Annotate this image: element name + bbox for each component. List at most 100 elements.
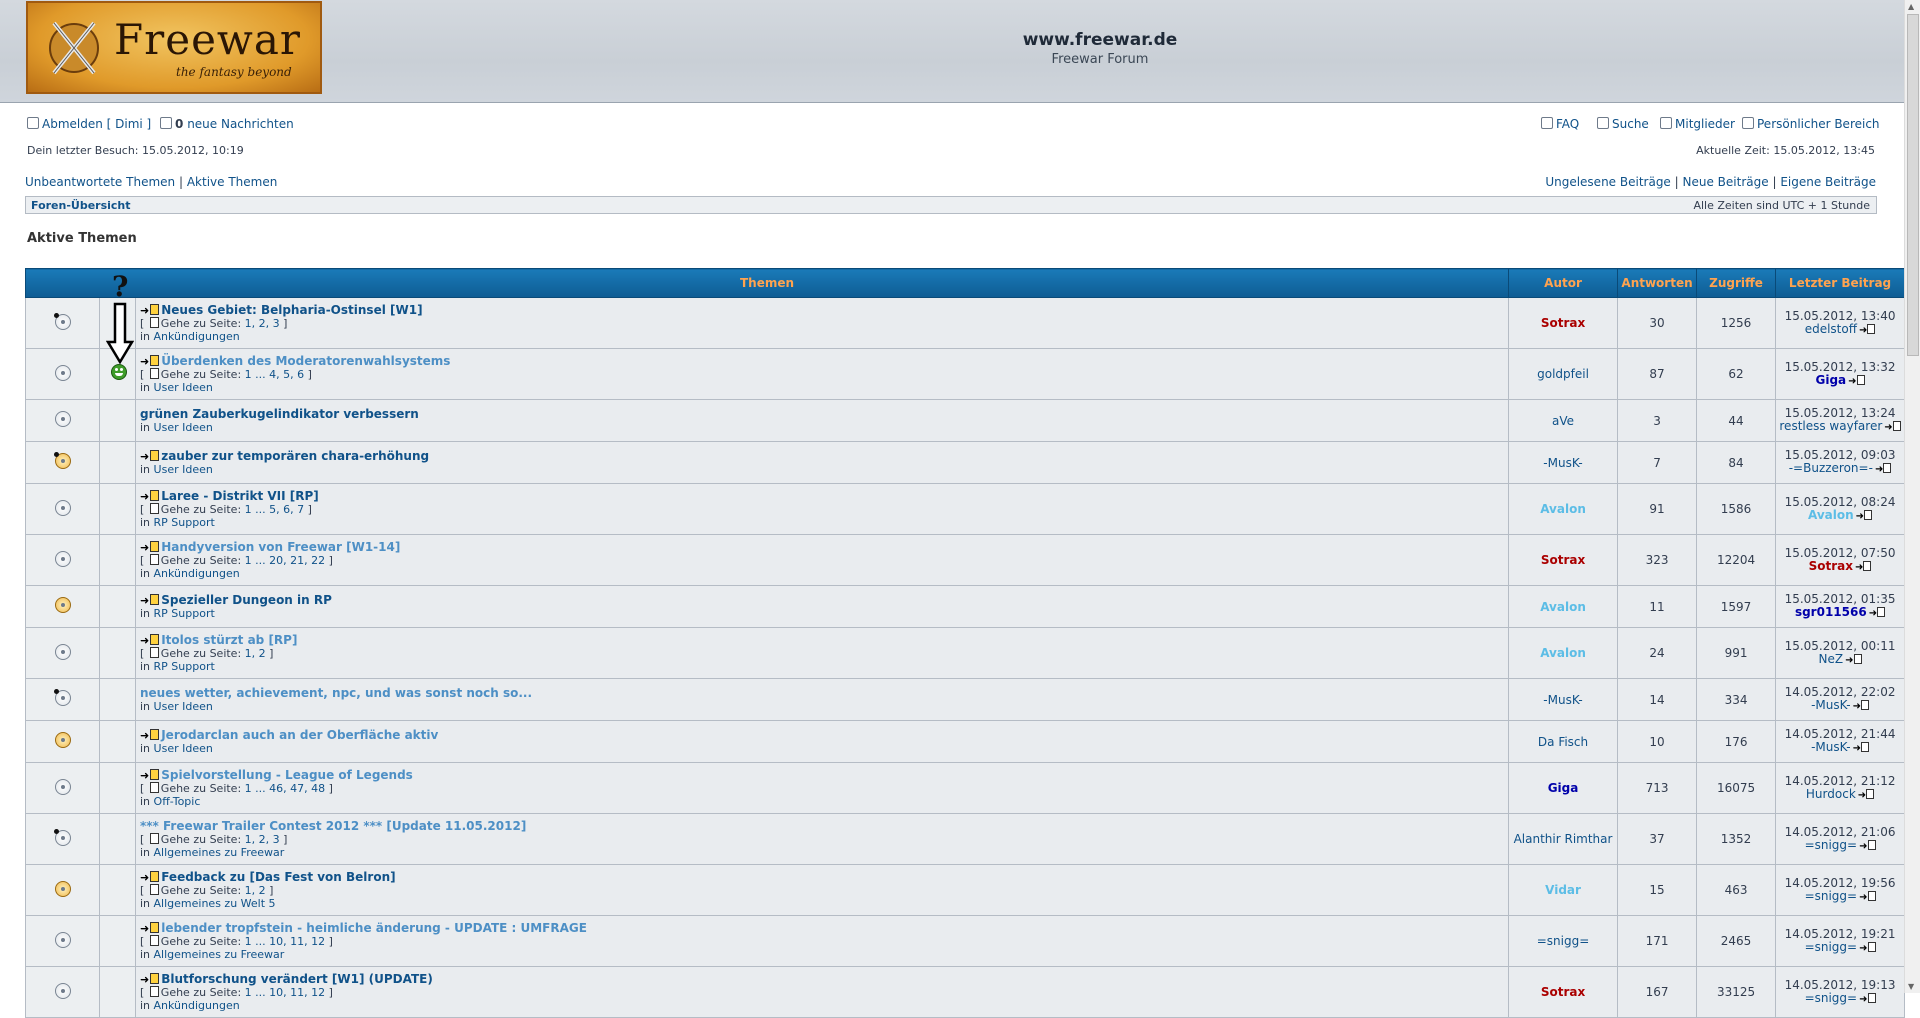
table-row[interactable]: ➜ Itolos stürzt ab [RP][ Gehe zu Seite: 1… (25, 627, 1906, 679)
topic-title-link[interactable]: Itolos stürzt ab [RP] (161, 633, 297, 647)
view-latest-post-icon[interactable]: ➜ (1875, 463, 1892, 476)
view-latest-post-icon[interactable]: ➜ (1859, 839, 1876, 853)
last-post-user[interactable]: =snigg= (1805, 838, 1858, 852)
forum-link[interactable]: Off-Topic (154, 795, 201, 808)
topic-title-link[interactable]: Spielvorstellung - League of Legends (161, 768, 413, 782)
new-post-icon[interactable]: ➜ (140, 973, 160, 986)
ucp-text[interactable]: Persönlicher Bereich (1757, 117, 1880, 131)
forum-link[interactable]: User Ideen (154, 742, 213, 755)
view-latest-post-icon[interactable]: ➜ (1855, 560, 1872, 574)
messages-link[interactable]: 0 neue Nachrichten (160, 117, 294, 131)
topic-title-link[interactable]: Feedback zu [Das Fest von Belron] (161, 870, 395, 884)
logout-link[interactable]: Abmelden [ Dimi ] (27, 117, 151, 131)
scrollbar-thumb[interactable] (1907, 14, 1919, 356)
topic-title-link[interactable]: Überdenken des Moderatorenwahlsystems (161, 354, 450, 368)
forum-link[interactable]: Allgemeines zu Freewar (154, 948, 285, 961)
freewar-logo[interactable]: Freewar the fantasy beyond (26, 1, 322, 94)
topic-author-link[interactable]: Avalon (1540, 646, 1586, 660)
last-post-user[interactable]: =snigg= (1805, 940, 1858, 954)
page-links[interactable]: 1, 2, 3 (245, 833, 280, 846)
topic-title-link[interactable]: Laree - Distrikt VII [RP] (161, 489, 319, 503)
topic-title-link[interactable]: Spezieller Dungeon in RP (161, 593, 332, 607)
topic-author-link[interactable]: -MusK- (1543, 693, 1582, 707)
page-links[interactable]: 1 ... 4, 5, 6 (245, 368, 304, 381)
forum-link[interactable]: RP Support (154, 660, 215, 673)
active-topics-link[interactable]: Aktive Themen (187, 175, 278, 189)
table-row[interactable]: ➜ Laree - Distrikt VII [RP][ Gehe zu Seit… (25, 483, 1906, 535)
forum-link[interactable]: User Ideen (154, 463, 213, 476)
topic-title-link[interactable]: Handyversion von Freewar [W1-14] (161, 540, 400, 554)
table-row[interactable]: ➜ lebender tropfstein - heimliche änderun… (25, 915, 1906, 967)
topic-author-link[interactable]: =snigg= (1537, 934, 1590, 948)
topic-author-link[interactable]: -MusK- (1543, 456, 1582, 470)
last-post-user[interactable]: restless wayfarer (1779, 419, 1882, 433)
topic-author-link[interactable]: Giga (1548, 781, 1579, 795)
unanswered-topics-link[interactable]: Unbeantwortete Themen (25, 175, 175, 189)
table-row[interactable]: ➜ Jerodarclan auch an der Oberfläche akti… (25, 720, 1906, 763)
topic-author-link[interactable]: Alanthir Rimthar (1514, 832, 1613, 846)
scroll-down-icon[interactable]: ▼ (1908, 982, 1914, 991)
last-post-user[interactable]: Avalon (1808, 508, 1854, 522)
forum-index-link[interactable]: Foren-Übersicht (31, 199, 131, 212)
topic-title-link[interactable]: lebender tropfstein - heimliche änderung… (161, 921, 587, 935)
faq-text[interactable]: FAQ (1556, 117, 1579, 131)
search-text[interactable]: Suche (1612, 117, 1649, 131)
topic-title-link[interactable]: Neues Gebiet: Belpharia-Ostinsel [W1] (161, 303, 422, 317)
new-post-icon[interactable]: ➜ (140, 490, 160, 503)
view-latest-post-icon[interactable]: ➜ (1869, 607, 1886, 620)
new-post-icon[interactable]: ➜ (140, 541, 160, 554)
table-row[interactable]: ➜ Überdenken des Moderatorenwahlsystems[ … (25, 348, 1906, 400)
table-row[interactable]: ➜ Spezieller Dungeon in RP in RP Support Av… (25, 585, 1906, 628)
view-latest-post-icon[interactable]: ➜ (1853, 742, 1869, 755)
new-post-icon[interactable]: ➜ (140, 594, 160, 607)
topic-author-link[interactable]: goldpfeil (1537, 367, 1589, 381)
view-latest-post-icon[interactable]: ➜ (1884, 421, 1901, 434)
forum-link[interactable]: RP Support (154, 607, 215, 620)
topic-author-link[interactable]: Sotrax (1541, 985, 1585, 999)
view-latest-post-icon[interactable]: ➜ (1859, 992, 1876, 1006)
last-post-user[interactable]: -=Buzzeron=- (1789, 461, 1873, 475)
table-row[interactable]: grünen Zauberkugelindikator verbessern in… (25, 399, 1906, 442)
topic-title-link[interactable]: neues wetter, achievement, npc, und was … (140, 686, 532, 700)
new-post-icon[interactable]: ➜ (140, 634, 160, 647)
new-post-icon[interactable]: ➜ (140, 355, 160, 368)
search-link[interactable]: Suche (1597, 117, 1649, 131)
last-post-user[interactable]: Hurdock (1806, 787, 1856, 801)
topic-title-link[interactable]: *** Freewar Trailer Contest 2012 *** [Up… (140, 819, 526, 833)
topic-author-link[interactable]: Sotrax (1541, 316, 1585, 330)
last-post-user[interactable]: edelstoff (1805, 322, 1857, 336)
messages-label[interactable]: neue Nachrichten (187, 117, 294, 131)
new-post-icon[interactable]: ➜ (140, 871, 160, 884)
view-latest-post-icon[interactable]: ➜ (1859, 323, 1876, 337)
members-text[interactable]: Mitglieder (1675, 117, 1735, 131)
topic-author-link[interactable]: Vidar (1545, 883, 1581, 897)
view-latest-post-icon[interactable]: ➜ (1848, 374, 1865, 388)
topic-title-link[interactable]: Jerodarclan auch an der Oberfläche aktiv (161, 728, 438, 742)
last-post-user[interactable]: -MusK- (1811, 698, 1850, 712)
view-latest-post-icon[interactable]: ➜ (1859, 941, 1876, 955)
page-links[interactable]: 1 ... 5, 6, 7 (245, 503, 304, 516)
topic-title-link[interactable]: Blutforschung verändert [W1] (UPDATE) (161, 972, 433, 986)
topic-author-link[interactable]: aVe (1552, 414, 1574, 428)
new-post-icon[interactable]: ➜ (140, 769, 160, 782)
last-post-user[interactable]: sgr011566 (1795, 605, 1867, 619)
table-row[interactable]: ➜ Handyversion von Freewar [W1-14][ Gehe … (25, 534, 1906, 586)
new-post-icon[interactable]: ➜ (140, 450, 160, 463)
page-links[interactable]: 1 ... 10, 11, 12 (245, 935, 325, 948)
view-latest-post-icon[interactable]: ➜ (1856, 509, 1873, 523)
last-post-user[interactable]: Sotrax (1809, 559, 1853, 573)
view-latest-post-icon[interactable]: ➜ (1859, 890, 1876, 904)
topic-author-link[interactable]: Avalon (1540, 502, 1586, 516)
page-links[interactable]: 1, 2 (245, 647, 266, 660)
forum-link[interactable]: User Ideen (154, 421, 213, 434)
last-post-user[interactable]: NeZ (1819, 652, 1844, 666)
faq-link[interactable]: FAQ (1541, 117, 1579, 131)
last-post-user[interactable]: -MusK- (1811, 740, 1850, 754)
members-link[interactable]: Mitglieder (1660, 117, 1735, 131)
table-row[interactable]: neues wetter, achievement, npc, und was … (25, 678, 1906, 721)
new-post-icon[interactable]: ➜ (140, 729, 160, 742)
new-post-icon[interactable]: ➜ (140, 922, 160, 935)
forum-link[interactable]: Ankündigungen (154, 330, 240, 343)
forum-link[interactable]: User Ideen (154, 700, 213, 713)
view-latest-post-icon[interactable]: ➜ (1858, 788, 1875, 802)
